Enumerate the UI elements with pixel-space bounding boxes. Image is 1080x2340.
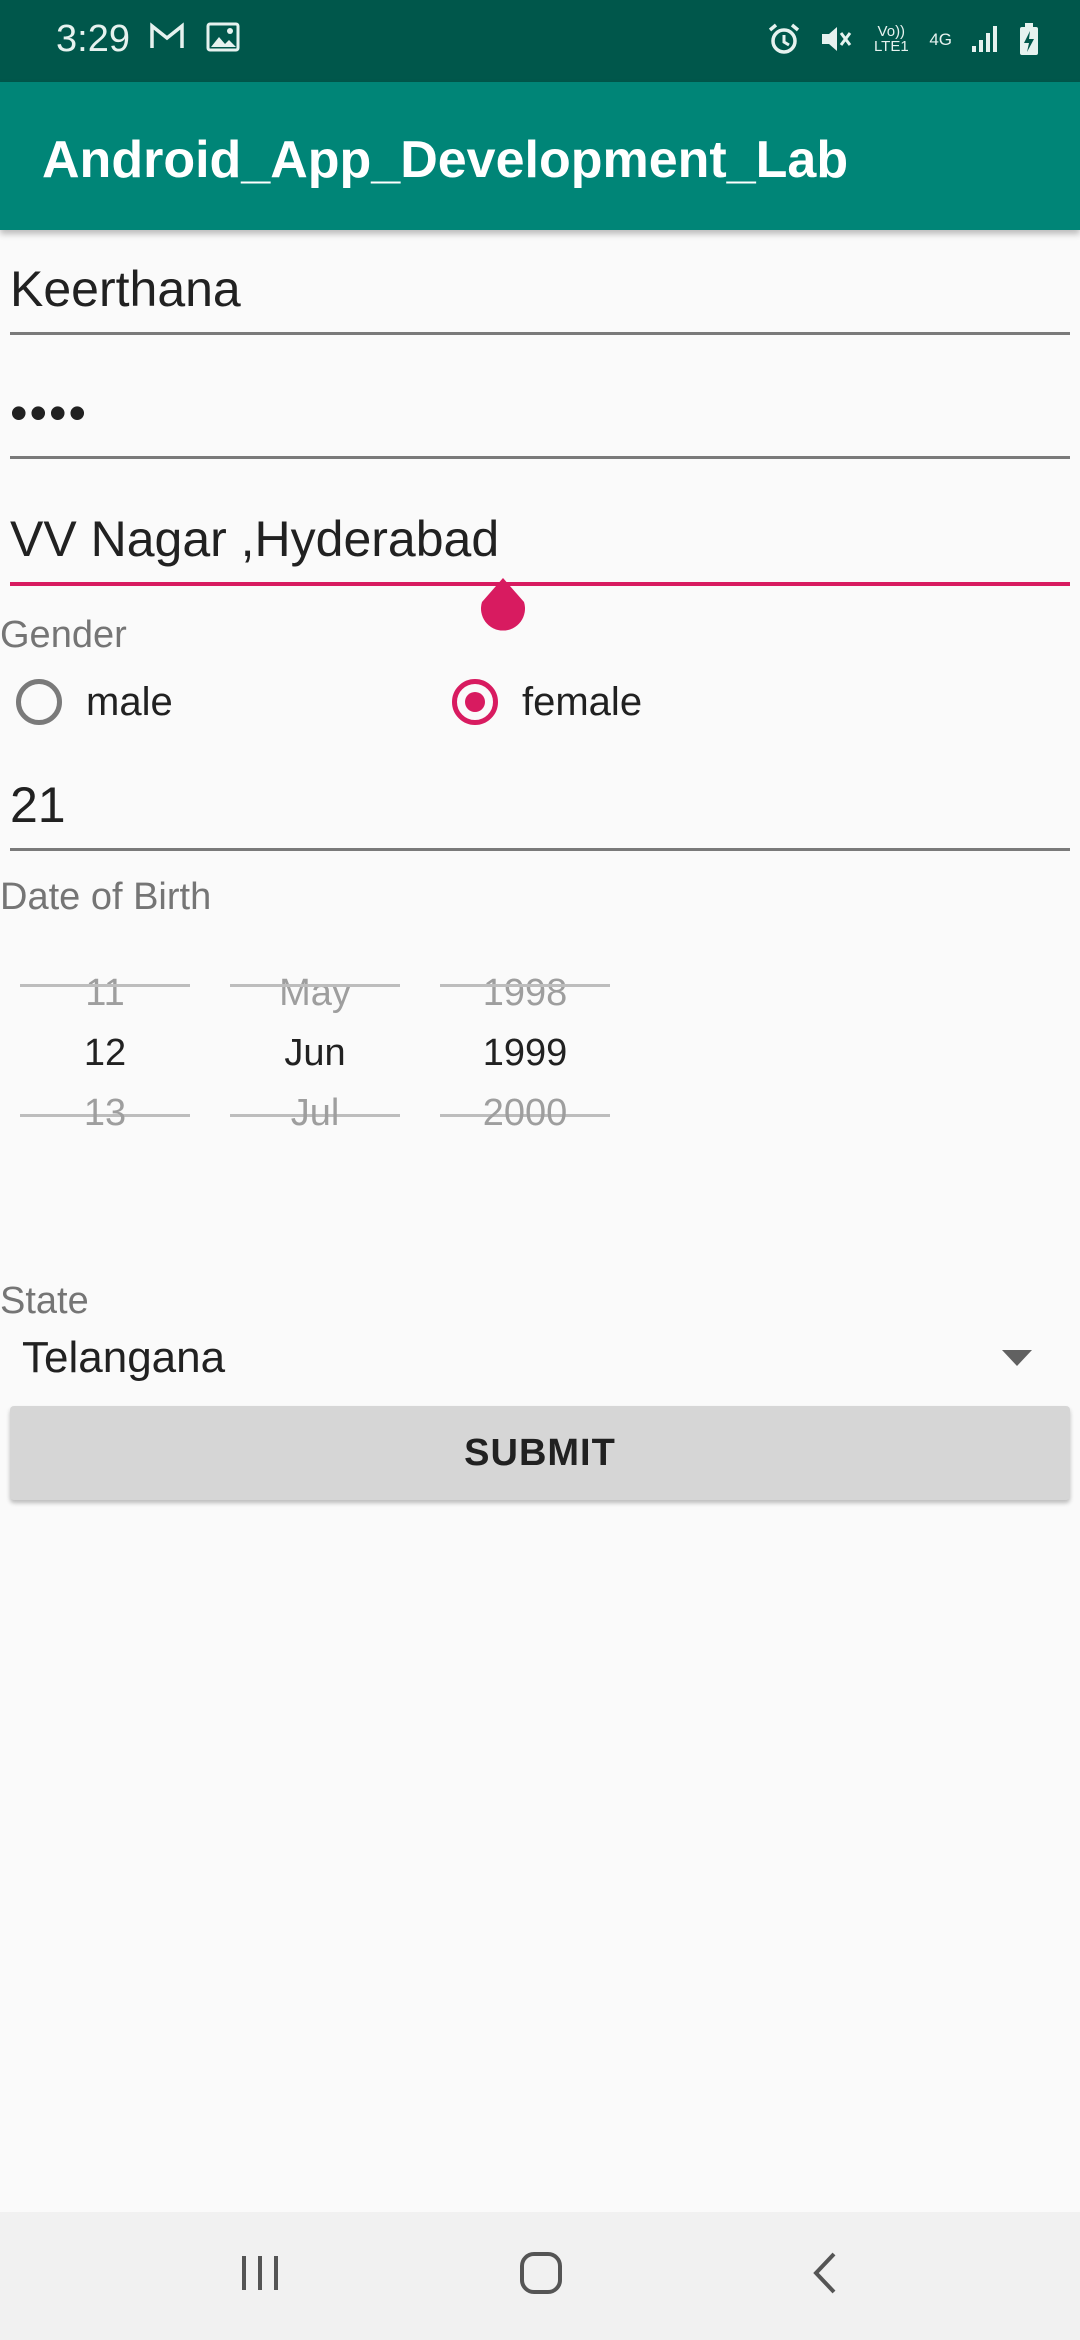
month-picker[interactable]: May Jun Jul (230, 960, 400, 1140)
day-prev[interactable]: 11 (20, 972, 190, 1015)
day-picker[interactable]: 11 12 13 (20, 960, 190, 1140)
radio-male-indicator[interactable] (16, 679, 62, 725)
day-divider-top (20, 984, 190, 987)
dropdown-arrow-icon[interactable] (1002, 1350, 1032, 1371)
mute-icon (819, 22, 853, 56)
radio-female-label: female (522, 679, 643, 724)
month-divider-top (230, 984, 400, 987)
status-time: 3:29 (56, 18, 130, 60)
name-value: Keerthana (10, 261, 241, 317)
year-divider-top (440, 984, 610, 987)
month-next[interactable]: Jul (230, 1092, 400, 1135)
month-current[interactable]: Jun (230, 1032, 400, 1075)
volte-icon: Vo)) LTE1 (873, 23, 909, 55)
radio-female[interactable]: female (452, 674, 642, 730)
signal-icon (970, 24, 1000, 54)
state-spinner[interactable]: Telangana (0, 1320, 1080, 1400)
radio-female-indicator[interactable] (452, 679, 498, 725)
age-field[interactable]: 21 (10, 756, 1070, 851)
home-icon[interactable] (518, 2250, 564, 2301)
year-next[interactable]: 2000 (440, 1092, 610, 1135)
4g-icon: 4G (929, 29, 952, 49)
radio-male[interactable]: male (16, 674, 173, 730)
state-value: Telangana (22, 1333, 226, 1382)
battery-charging-icon (1018, 22, 1040, 56)
alarm-icon (767, 22, 801, 56)
submit-button[interactable]: SUBMIT (10, 1406, 1070, 1500)
day-next[interactable]: 13 (20, 1092, 190, 1135)
image-icon (206, 22, 240, 52)
dob-label: Date of Birth (0, 876, 212, 918)
back-icon[interactable] (804, 2250, 850, 2301)
gmail-icon (150, 22, 184, 52)
password-value: •••• (10, 385, 89, 441)
year-prev[interactable]: 1998 (440, 972, 610, 1015)
status-bar: 3:29 Vo)) LTE1 4G (0, 0, 1080, 82)
year-picker[interactable]: 1998 1999 2000 (440, 960, 610, 1140)
navigation-bar (0, 2212, 1080, 2340)
name-field[interactable]: Keerthana (10, 240, 1070, 335)
age-value: 21 (10, 777, 66, 833)
app-title: Android_App_Development_Lab (42, 131, 849, 189)
address-value: VV Nagar ,Hyderabad (10, 511, 500, 567)
radio-male-label: male (86, 679, 173, 724)
recents-icon[interactable] (238, 2250, 284, 2301)
app-bar: Android_App_Development_Lab (0, 82, 1080, 230)
gender-label: Gender (0, 614, 127, 656)
text-cursor-handle-icon[interactable] (476, 578, 530, 636)
day-current[interactable]: 12 (20, 1032, 190, 1075)
month-prev[interactable]: May (230, 972, 400, 1015)
address-field[interactable]: VV Nagar ,Hyderabad (10, 490, 1070, 586)
password-field[interactable]: •••• (10, 364, 1070, 459)
year-current[interactable]: 1999 (440, 1032, 610, 1075)
state-label: State (0, 1280, 89, 1322)
